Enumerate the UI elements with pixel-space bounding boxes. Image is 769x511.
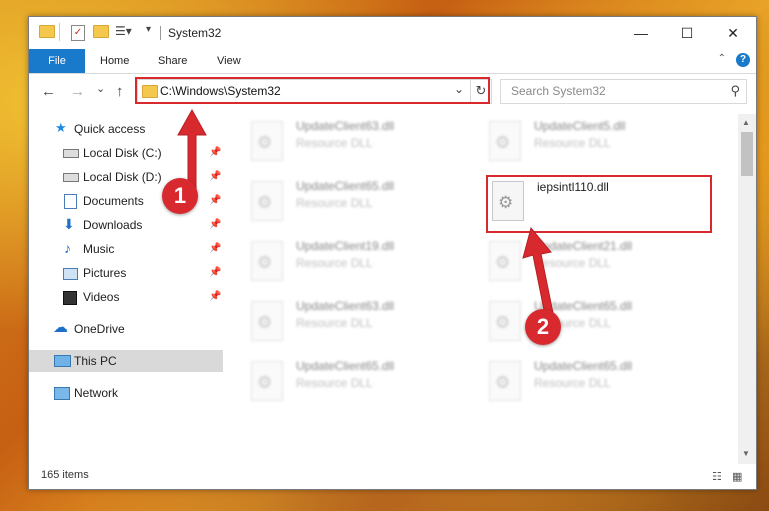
- step-badge-2: 2: [525, 309, 561, 345]
- annotation-arrows: [177, 108, 554, 316]
- arrow-2: [522, 226, 554, 316]
- step-badge-1: 1: [162, 178, 198, 214]
